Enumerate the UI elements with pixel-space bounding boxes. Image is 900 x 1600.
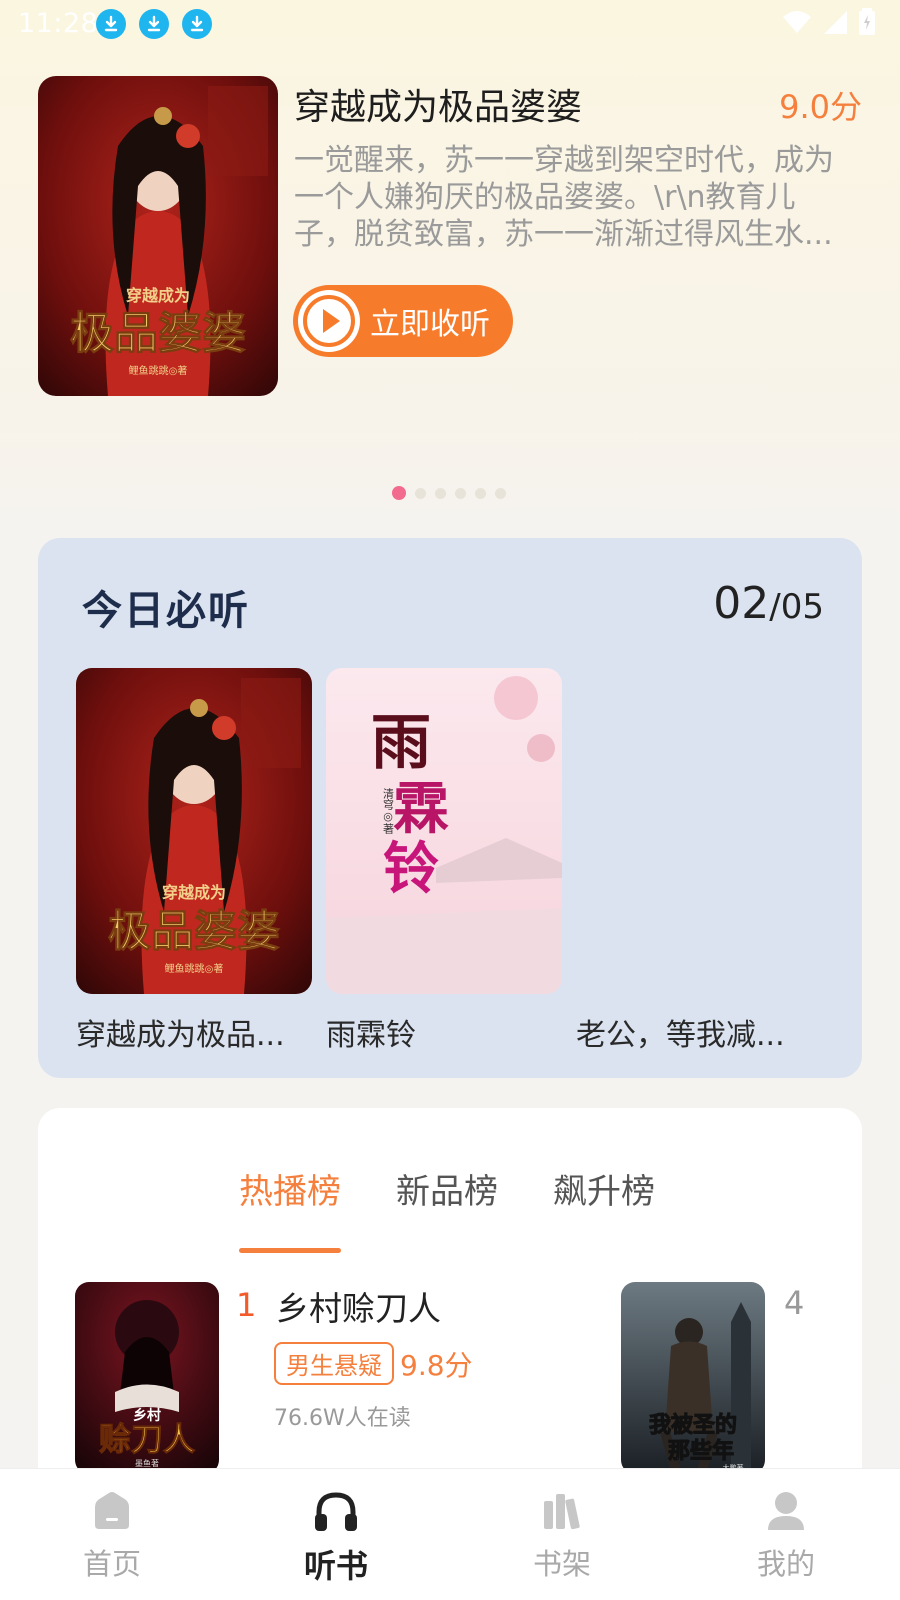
wifi-icon bbox=[783, 11, 811, 33]
today-book-item[interactable]: 雨 霖 铃 清穹◎著 雨霖铃 bbox=[326, 668, 562, 1054]
cover-big-title: 雨 bbox=[371, 708, 431, 778]
cover-author: 墨鱼著 bbox=[135, 1458, 159, 1468]
nav-bookshelf-label: 书架 bbox=[532, 1547, 591, 1581]
tab-hot[interactable]: 热播榜 bbox=[239, 1164, 341, 1213]
rank-number: 1 bbox=[236, 1286, 257, 1324]
bookshelf-icon bbox=[538, 1489, 586, 1533]
book-name[interactable]: 穿越成为极品... bbox=[76, 1010, 306, 1054]
rank-book-cover[interactable]: 乡村 赊刀人 墨鱼著 bbox=[75, 1282, 219, 1474]
rank-book-score: 9.8分 bbox=[400, 1349, 473, 1382]
hero-book-title[interactable]: 穿越成为极品婆婆 bbox=[294, 78, 582, 130]
tab-new[interactable]: 新品榜 bbox=[396, 1164, 498, 1213]
carousel-dot[interactable] bbox=[435, 487, 446, 499]
nav-mine-label: 我的 bbox=[756, 1547, 815, 1581]
book-cover[interactable] bbox=[576, 668, 812, 994]
headphones-icon bbox=[312, 1489, 360, 1533]
nav-mine[interactable]: 我的 bbox=[726, 1489, 846, 1583]
rank-book-cover[interactable]: 我被圣的 那些年 大鹏著 bbox=[621, 1282, 765, 1474]
play-icon bbox=[298, 290, 360, 352]
cover-big-title-line2: 那些年 bbox=[668, 1438, 734, 1464]
today-page-counter: 02/05 bbox=[713, 578, 824, 629]
hero-book-description: 一觉醒来，苏一一穿越到架空时代，成为一个人嫌狗厌的极品婆婆。\r\n教育儿子，脱… bbox=[294, 143, 834, 252]
today-book-item[interactable]: 老公，等我减... bbox=[576, 668, 812, 1054]
book-cover[interactable]: 穿越成为 极品婆婆 鲤鱼跳跳◎著 bbox=[76, 668, 312, 994]
download-icon bbox=[182, 9, 212, 39]
carousel-dot[interactable] bbox=[495, 487, 506, 499]
listen-now-label: 立即收听 bbox=[370, 307, 490, 342]
book-name[interactable]: 老公，等我减... bbox=[576, 1010, 806, 1054]
carousel-dot[interactable] bbox=[455, 487, 466, 499]
rank-number: 4 bbox=[784, 1284, 805, 1322]
carousel-dot[interactable] bbox=[415, 487, 426, 499]
tab-rising[interactable]: 飙升榜 bbox=[553, 1164, 655, 1213]
status-time: 11:28 bbox=[18, 8, 99, 39]
hero-book-cover[interactable]: 穿越成为 极品婆婆 鲤鱼跳跳◎著 bbox=[38, 76, 278, 396]
cover-author: 鲤鱼跳跳◎著 bbox=[165, 962, 224, 975]
status-bar: 11:28 bbox=[0, 0, 900, 48]
user-icon bbox=[762, 1489, 810, 1533]
carousel-dot[interactable] bbox=[392, 486, 406, 500]
cover-char: 铃 bbox=[383, 836, 439, 902]
listen-now-button[interactable]: 立即收听 bbox=[293, 285, 513, 357]
hero-cover-big-title: 极品婆婆 bbox=[70, 308, 246, 359]
book-name[interactable]: 雨霖铃 bbox=[326, 1010, 556, 1054]
today-title: 今日必听 bbox=[82, 587, 250, 634]
bottom-nav: 首页 听书 书架 我的 bbox=[0, 1468, 900, 1600]
cover-small-title: 穿越成为 bbox=[162, 883, 226, 902]
nav-listen[interactable]: 听书 bbox=[276, 1489, 396, 1587]
nav-listen-label: 听书 bbox=[303, 1547, 368, 1585]
cover-author: 清穹◎著 bbox=[382, 788, 395, 835]
rank-book-title[interactable]: 乡村赊刀人 bbox=[276, 1282, 441, 1330]
active-tab-indicator bbox=[239, 1248, 341, 1253]
nav-home[interactable]: 首页 bbox=[52, 1489, 172, 1583]
battery-icon bbox=[859, 8, 875, 35]
carousel-indicator bbox=[392, 486, 506, 500]
genre-tag: 男生悬疑 bbox=[274, 1342, 394, 1385]
hero-cover-author: 鲤鱼跳跳◎著 bbox=[129, 364, 188, 377]
cover-big-title: 赊刀人 bbox=[99, 1420, 195, 1458]
hero-book-score: 9.0分 bbox=[779, 88, 862, 126]
book-cover[interactable]: 雨 霖 铃 清穹◎著 bbox=[326, 668, 562, 994]
download-icon bbox=[139, 9, 169, 39]
today-count-total: /05 bbox=[769, 587, 824, 627]
signal-icon bbox=[824, 11, 847, 34]
nav-home-label: 首页 bbox=[82, 1547, 141, 1581]
today-must-listen-card: 今日必听 02/05 穿越成为 极品婆婆 鲤鱼跳跳◎著 穿越成为极品... 雨 … bbox=[38, 538, 862, 1078]
hero-cover-small-title: 穿越成为 bbox=[126, 286, 190, 305]
download-icon bbox=[96, 9, 126, 39]
cover-big-title: 我被圣的 bbox=[649, 1412, 737, 1438]
cover-big-title: 极品婆婆 bbox=[108, 907, 280, 957]
today-count-current: 02 bbox=[713, 578, 770, 629]
rank-list-card: 热播榜 新品榜 飙升榜 乡村 赊刀人 墨鱼著 1 乡村赊刀人 男生悬疑 9.8分… bbox=[38, 1108, 862, 1528]
today-book-item[interactable]: 穿越成为 极品婆婆 鲤鱼跳跳◎著 穿越成为极品... bbox=[76, 668, 312, 1054]
carousel-dot[interactable] bbox=[475, 487, 486, 499]
cover-char: 霖 bbox=[393, 776, 449, 842]
nav-bookshelf[interactable]: 书架 bbox=[502, 1489, 622, 1583]
home-icon bbox=[88, 1489, 136, 1533]
reader-count: 76.6W人在读 bbox=[274, 1406, 411, 1431]
